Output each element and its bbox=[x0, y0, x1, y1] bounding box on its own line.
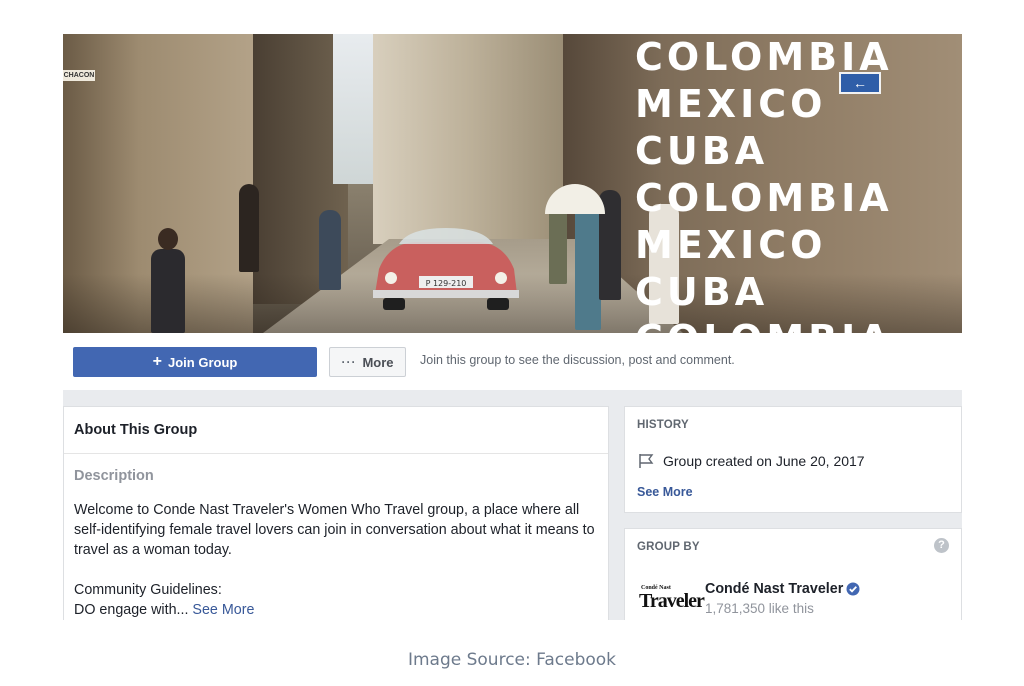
overlay-line: CUBA bbox=[635, 270, 769, 314]
more-label: More bbox=[362, 354, 394, 370]
guidelines-text: DO engage with... bbox=[74, 602, 193, 618]
flag-icon bbox=[639, 454, 654, 468]
image-source-caption: Image Source: Facebook bbox=[407, 650, 617, 670]
cover-photo: CHACON ← P 129-210 COLOMBIA MEXICO CUBA … bbox=[63, 34, 962, 333]
join-group-label: Join Group bbox=[168, 354, 238, 370]
page-name-link[interactable]: Condé Nast Traveler bbox=[705, 581, 860, 597]
vintage-car: P 129-210 bbox=[373, 228, 519, 310]
history-row: Group created on June 20, 2017 bbox=[637, 453, 865, 469]
overlay-line: COLOMBIA bbox=[635, 176, 893, 220]
group-by-card: GROUP BY ? Condé Nast Traveler Condé Nas… bbox=[624, 528, 962, 620]
history-card: HISTORY Group created on June 20, 2017 S… bbox=[624, 406, 962, 513]
pedestrian bbox=[319, 210, 341, 290]
facebook-group-page: CHACON ← P 129-210 COLOMBIA MEXICO CUBA … bbox=[63, 34, 962, 620]
description-body: Welcome to Conde Nast Traveler's Women W… bbox=[64, 484, 608, 620]
cover-overlay-text: COLOMBIA MEXICO CUBA COLOMBIA MEXICO CUB… bbox=[635, 34, 962, 333]
verified-badge-icon bbox=[846, 582, 860, 596]
description-text: Welcome to Conde Nast Traveler's Women W… bbox=[74, 502, 595, 558]
license-plate: P 129-210 bbox=[426, 279, 467, 288]
history-label: HISTORY bbox=[637, 419, 689, 431]
page-likes-count: 1,781,350 like this bbox=[705, 601, 814, 616]
overlay-line: COLOMBIA bbox=[635, 35, 893, 79]
description-heading: Description bbox=[74, 468, 154, 484]
plus-icon: + bbox=[152, 353, 162, 370]
page-name-text: Condé Nast Traveler bbox=[705, 581, 844, 597]
pedestrian bbox=[151, 249, 185, 333]
pedestrian bbox=[575, 204, 601, 330]
group-by-label: GROUP BY bbox=[637, 541, 700, 553]
pedestrian bbox=[239, 184, 259, 272]
guidelines-preview: DO engage with... See More bbox=[74, 600, 598, 620]
about-group-title: About This Group bbox=[64, 407, 608, 454]
street-sign: CHACON bbox=[63, 70, 95, 81]
overlay-line: MEXICO bbox=[635, 82, 827, 126]
traveler-logo[interactable]: Condé Nast Traveler bbox=[639, 585, 705, 615]
about-group-card: About This Group Description Welcome to … bbox=[63, 406, 609, 620]
join-group-button[interactable]: + Join Group bbox=[73, 347, 317, 377]
group-action-bar: + Join Group ··· More Join this group to… bbox=[63, 333, 962, 390]
help-icon[interactable]: ? bbox=[934, 538, 949, 553]
join-hint-text: Join this group to see the discussion, p… bbox=[420, 353, 735, 367]
history-see-more-link[interactable]: See More bbox=[637, 485, 693, 499]
overlay-line: CUBA bbox=[635, 129, 769, 173]
about-see-more-link[interactable]: See More bbox=[192, 602, 254, 618]
more-button[interactable]: ··· More bbox=[329, 347, 406, 377]
overlay-line: MEXICO bbox=[635, 223, 827, 267]
guidelines-heading: Community Guidelines: bbox=[74, 582, 222, 598]
group-created-text: Group created on June 20, 2017 bbox=[663, 453, 865, 469]
more-dots-icon: ··· bbox=[341, 355, 357, 369]
overlay-line: COLOMBIA bbox=[635, 316, 962, 333]
